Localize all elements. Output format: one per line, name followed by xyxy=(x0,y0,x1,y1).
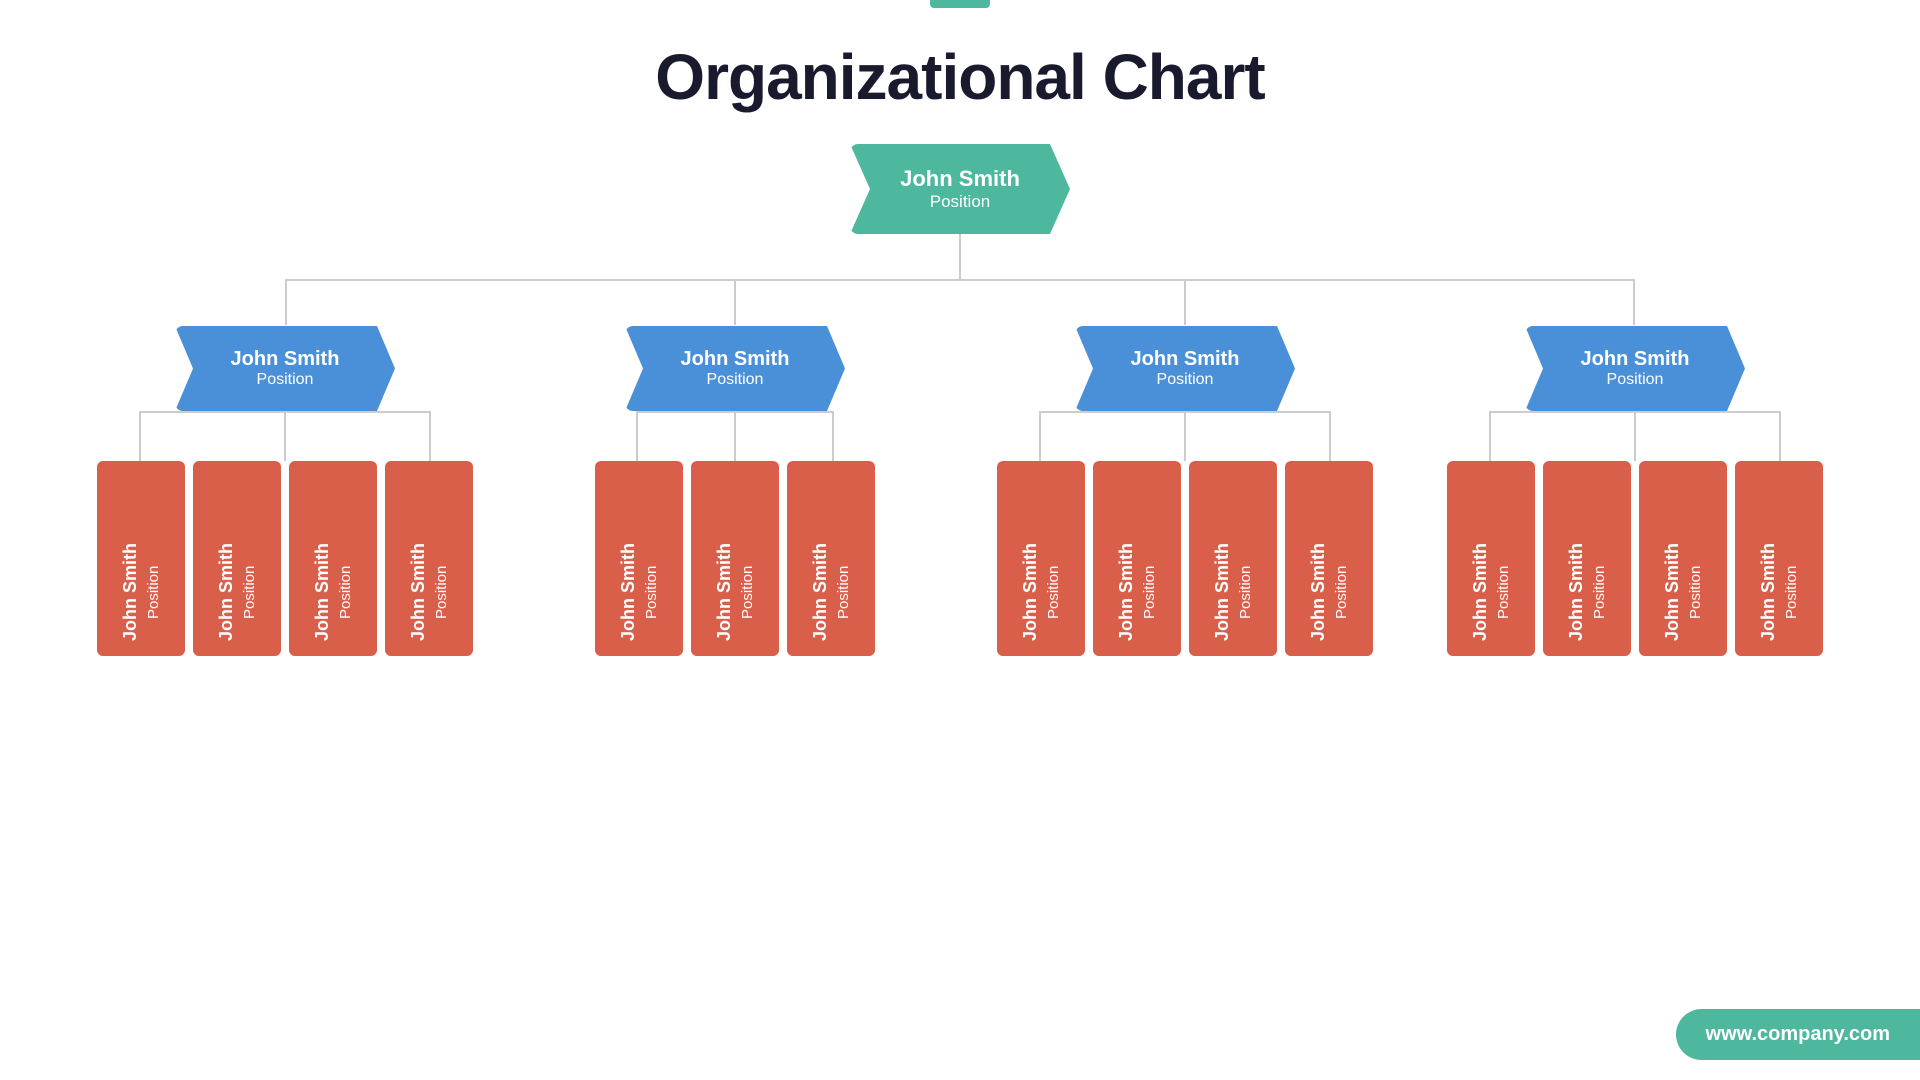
vc-4 xyxy=(1634,411,1636,461)
website-badge: www.company.com xyxy=(1676,1009,1920,1060)
l3-node-4-3: John SmithPosition xyxy=(1639,461,1727,656)
l3-text-3-1: John SmithPosition xyxy=(1020,543,1062,641)
l3-node-2-3: John SmithPosition xyxy=(787,461,875,656)
vc-2c xyxy=(832,411,834,461)
l3-connector-2 xyxy=(592,411,878,461)
l2-node-1: John Smith Position xyxy=(175,326,395,411)
l3-text-3-4: John SmithPosition xyxy=(1308,543,1350,641)
l3-node-3-4: John SmithPosition xyxy=(1285,461,1373,656)
vc-2a xyxy=(636,411,638,461)
l3-text-2-3: John SmithPosition xyxy=(810,543,852,641)
l3-row-1: John SmithPosition John SmithPosition Jo… xyxy=(97,461,473,656)
l2-name-4: John Smith xyxy=(1581,348,1690,371)
page-title: Organizational Chart xyxy=(0,0,1920,114)
l3-text-3-2: John SmithPosition xyxy=(1116,543,1158,641)
l3-text-4-2: John SmithPosition xyxy=(1566,543,1608,641)
l2-node-4: John Smith Position xyxy=(1525,326,1745,411)
drop3 xyxy=(1184,280,1186,325)
l3-text-1-4: John SmithPosition xyxy=(408,543,450,641)
l2-name-3: John Smith xyxy=(1131,348,1240,371)
l3-text-1-1: John SmithPosition xyxy=(120,543,162,641)
group-4: John Smith Position John SmithPosition J… xyxy=(1420,326,1850,656)
l3-text-4-4: John SmithPosition xyxy=(1758,543,1800,641)
hc-2 xyxy=(636,411,834,413)
l3-connector-4 xyxy=(1445,411,1825,461)
l2-name-2: John Smith xyxy=(681,348,790,371)
l2-pos-2: Position xyxy=(707,371,764,389)
top-node: John Smith Position xyxy=(850,144,1070,234)
vc-1 xyxy=(284,411,286,461)
top-node-name: John Smith xyxy=(900,166,1020,192)
drop2 xyxy=(734,280,736,325)
hc-4 xyxy=(1489,411,1781,413)
l3-connector-3 xyxy=(995,411,1375,461)
l2-pos-3: Position xyxy=(1157,371,1214,389)
top-vline xyxy=(959,234,961,279)
vc-3a xyxy=(1039,411,1041,461)
vc-4d xyxy=(1779,411,1781,461)
vc-2 xyxy=(734,411,736,461)
l2-name-1: John Smith xyxy=(231,348,340,371)
drop1 xyxy=(285,280,287,325)
l3-connector-1 xyxy=(95,411,475,461)
l2-pos-1: Position xyxy=(257,371,314,389)
l3-text-4-1: John SmithPosition xyxy=(1470,543,1512,641)
l3-node-3-1: John SmithPosition xyxy=(997,461,1085,656)
l3-node-1-4: John SmithPosition xyxy=(385,461,473,656)
l3-node-1-3: John SmithPosition xyxy=(289,461,377,656)
l3-text-3-3: John SmithPosition xyxy=(1212,543,1254,641)
l3-row-2: John SmithPosition John SmithPosition Jo… xyxy=(595,461,875,656)
vc-3 xyxy=(1184,411,1186,461)
group-3: John Smith Position John SmithPosition J… xyxy=(970,326,1400,656)
vc-4a xyxy=(1489,411,1491,461)
l3-text-2-1: John SmithPosition xyxy=(618,543,660,641)
hc-3 xyxy=(1039,411,1331,413)
l3-node-4-2: John SmithPosition xyxy=(1543,461,1631,656)
drop4 xyxy=(1633,280,1635,325)
l2-node-3: John Smith Position xyxy=(1075,326,1295,411)
l3-node-3-2: John SmithPosition xyxy=(1093,461,1181,656)
l2-pos-4: Position xyxy=(1607,371,1664,389)
l3-node-2-2: John SmithPosition xyxy=(691,461,779,656)
group-1: John Smith Position John SmithPosition J… xyxy=(70,326,500,656)
l3-node-4-1: John SmithPosition xyxy=(1447,461,1535,656)
level2-drops xyxy=(285,280,1635,325)
l3-node-4-4: John SmithPosition xyxy=(1735,461,1823,656)
l3-text-1-2: John SmithPosition xyxy=(216,543,258,641)
l3-row-4: John SmithPosition John SmithPosition Jo… xyxy=(1447,461,1823,656)
l3-node-2-1: John SmithPosition xyxy=(595,461,683,656)
l3-node-3-3: John SmithPosition xyxy=(1189,461,1277,656)
vc-3d xyxy=(1329,411,1331,461)
l3-node-1-2: John SmithPosition xyxy=(193,461,281,656)
l3-node-1-1: John SmithPosition xyxy=(97,461,185,656)
l3-text-4-3: John SmithPosition xyxy=(1662,543,1704,641)
vc-1a xyxy=(139,411,141,461)
top-accent xyxy=(930,0,990,8)
top-node-position: Position xyxy=(930,192,990,212)
website-text: www.company.com xyxy=(1706,1023,1890,1045)
vc-1d xyxy=(429,411,431,461)
l3-text-2-2: John SmithPosition xyxy=(714,543,756,641)
hc-1 xyxy=(139,411,431,413)
group-2: John Smith Position John SmithPosition J… xyxy=(520,326,950,656)
l2-node-2: John Smith Position xyxy=(625,326,845,411)
l3-text-1-3: John SmithPosition xyxy=(312,543,354,641)
level2-groups: John Smith Position John SmithPosition J… xyxy=(60,326,1860,656)
l3-row-3: John SmithPosition John SmithPosition Jo… xyxy=(997,461,1373,656)
chart-container: John Smith Position John Smith Position xyxy=(0,114,1920,656)
